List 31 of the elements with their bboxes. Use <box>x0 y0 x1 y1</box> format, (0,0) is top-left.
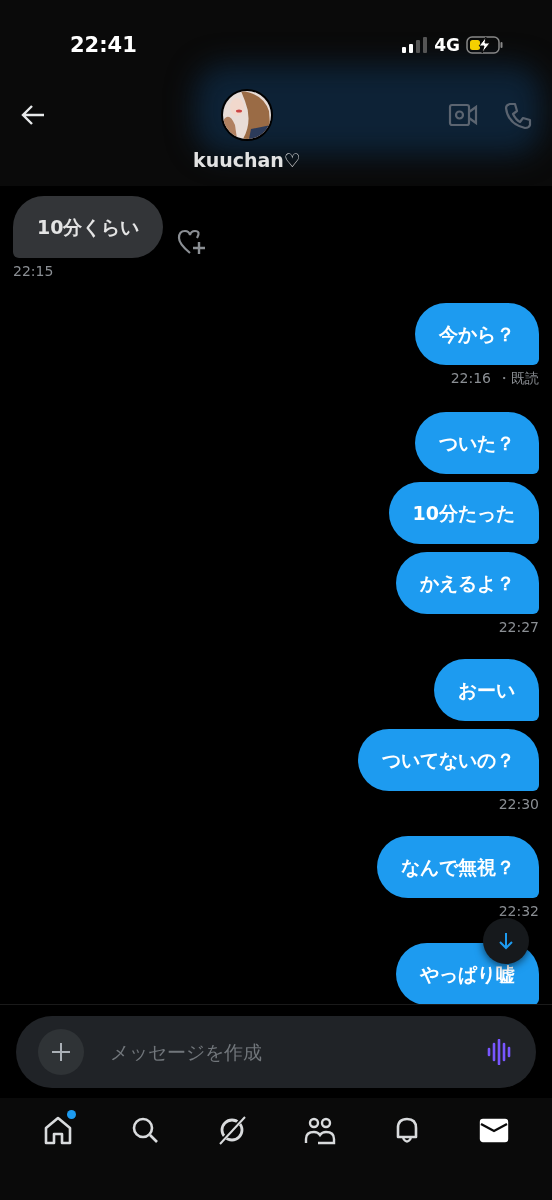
phone-icon[interactable] <box>504 102 532 130</box>
message-bubble: ついてないの？ <box>358 729 539 791</box>
signal-icon <box>402 37 429 53</box>
message-bubble: おーい <box>434 659 539 721</box>
message-bubble: 10分たった <box>388 482 539 544</box>
down-arrow-icon <box>498 932 514 950</box>
heart-plus-icon[interactable] <box>177 229 208 255</box>
message-time: 22:15 <box>13 263 54 279</box>
message-bubble: かえるよ？ <box>396 552 539 614</box>
message-composer[interactable]: メッセージを作成 <box>16 1016 536 1088</box>
message-bubble: 今から？ <box>415 303 539 365</box>
message-bubble: ついた？ <box>415 412 539 474</box>
slashed-circle-icon <box>216 1114 249 1146</box>
plus-icon <box>51 1042 71 1062</box>
battery-charging-icon <box>466 35 504 55</box>
message-input[interactable]: メッセージを作成 <box>108 1040 486 1064</box>
video-camera-icon[interactable] <box>448 102 478 128</box>
back-arrow-icon[interactable] <box>20 104 46 126</box>
contact-name: kuuchan♡ <box>193 149 301 171</box>
message-time: 22:32 <box>498 903 539 919</box>
message-time: 22:30 <box>498 796 539 812</box>
message-bubble: 10分くらい <box>13 196 164 258</box>
message-bubble: なんで無視？ <box>377 836 539 898</box>
status-time: 22:41 <box>70 33 138 57</box>
message-bubble: やっぱり嘘 <box>396 943 539 1004</box>
read-receipt: ・既読 <box>497 370 539 388</box>
message-time: 22:27 <box>498 619 539 635</box>
add-button[interactable] <box>38 1029 84 1075</box>
scroll-down-button[interactable] <box>483 918 529 964</box>
message-time: 22:16 <box>450 370 491 388</box>
network-label: 4G <box>434 35 460 55</box>
